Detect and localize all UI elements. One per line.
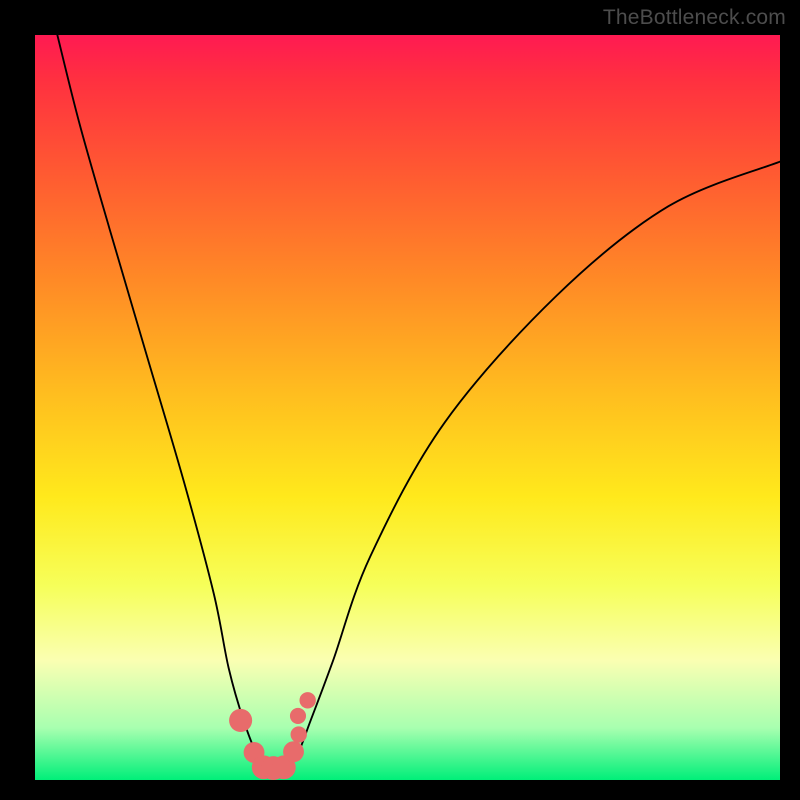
chart-svg <box>35 35 780 780</box>
marker-point <box>291 726 307 742</box>
marker-point <box>229 709 252 732</box>
bottleneck-curve <box>57 35 780 770</box>
marker-point <box>283 741 304 762</box>
plot-area <box>35 35 780 780</box>
marker-point <box>299 692 315 708</box>
highlight-markers <box>229 692 316 780</box>
marker-point <box>290 708 306 724</box>
chart-frame: TheBottleneck.com <box>0 0 800 800</box>
watermark-text: TheBottleneck.com <box>603 6 786 30</box>
